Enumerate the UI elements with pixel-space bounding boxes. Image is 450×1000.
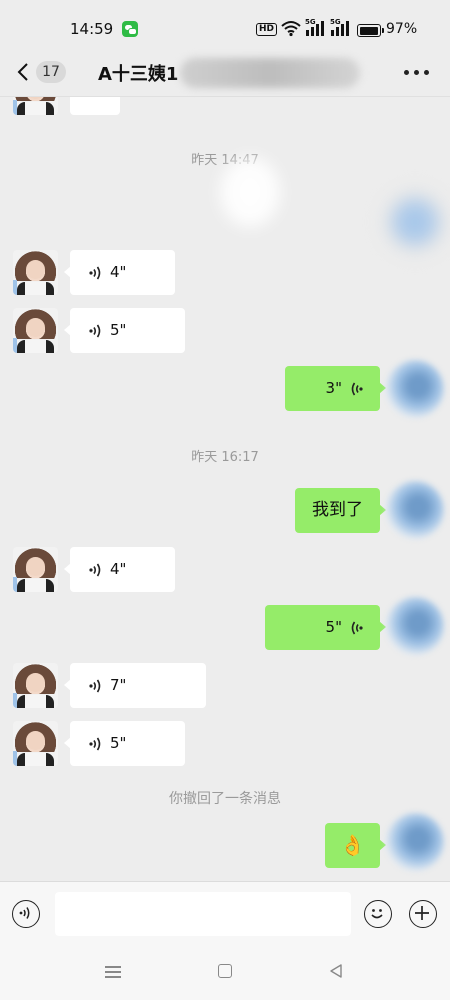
battery-icon (357, 24, 384, 37)
contact-avatar[interactable] (13, 308, 58, 353)
voice-duration: 7" (110, 676, 127, 694)
timestamp: 昨天 14:47 (191, 153, 259, 168)
voice-duration: 5" (325, 618, 342, 636)
message-text: 我到了 (312, 500, 363, 520)
more-functions-button[interactable] (409, 900, 437, 928)
voice-duration: 5" (110, 734, 127, 752)
chat-title: A十三姨1 (98, 64, 179, 85)
voice-message-bubble[interactable]: 5" (64, 721, 185, 766)
voice-message-bubble[interactable]: 4" (64, 250, 175, 295)
home-square-icon[interactable] (218, 964, 232, 978)
contact-avatar[interactable] (13, 547, 58, 592)
voice-wave-icon (89, 679, 101, 692)
redacted-image (380, 187, 450, 257)
contact-avatar[interactable] (13, 663, 58, 708)
voice-message-bubble[interactable]: 5" (64, 308, 185, 353)
contact-avatar[interactable] (13, 97, 58, 115)
battery-percent: 97% (386, 21, 418, 37)
message-bubble-partial[interactable] (64, 97, 120, 115)
message-list[interactable]: 昨天 14:47 4" 5" 3" 昨天 16:17 我到了 4" 5" 7" … (0, 97, 450, 881)
wifi-icon (281, 21, 301, 37)
ok-hand-emoji: 👌 (340, 833, 365, 857)
outgoing-voice-message-bubble[interactable]: 5" (265, 605, 386, 650)
input-bar (0, 881, 450, 948)
voice-input-toggle-button[interactable] (12, 900, 40, 928)
self-avatar[interactable] (386, 813, 444, 871)
voice-wave-icon (89, 266, 101, 279)
voice-message-bubble[interactable]: 4" (64, 547, 175, 592)
self-avatar[interactable] (386, 360, 444, 418)
voice-wave-icon (89, 563, 101, 576)
voice-wave-icon (351, 621, 363, 634)
voice-duration: 5" (110, 321, 127, 339)
redacted-title-area (180, 58, 360, 88)
hd-voice-badge: HD (256, 23, 278, 36)
signal-strength-icon-sim1: 5G (305, 18, 325, 40)
system-navigation-bar (0, 947, 450, 1000)
voice-wave-icon (351, 382, 363, 395)
more-options-icon[interactable] (404, 70, 430, 76)
signal-strength-icon-sim2: 5G (330, 18, 350, 40)
outgoing-text-message-bubble[interactable]: 我到了 (295, 488, 386, 533)
self-avatar[interactable] (386, 481, 444, 539)
plus-icon (415, 906, 429, 920)
voice-duration: 4" (110, 263, 127, 281)
unread-count-badge[interactable]: 17 (36, 61, 66, 83)
status-time: 14:59 (70, 20, 114, 38)
wechat-notification-icon (122, 21, 138, 37)
recall-notice: 你撤回了一条消息 (169, 791, 281, 807)
back-triangle-icon[interactable] (328, 963, 344, 979)
voice-duration: 4" (110, 560, 127, 578)
chat-header: 17 A十三姨1 (0, 48, 450, 97)
redacted-image (220, 157, 280, 227)
voice-wave-icon (19, 907, 30, 919)
timestamp: 昨天 16:17 (191, 450, 259, 465)
outgoing-voice-message-bubble[interactable]: 3" (285, 366, 386, 411)
smiley-icon (371, 909, 383, 919)
voice-message-bubble[interactable]: 7" (64, 663, 206, 708)
message-text-input[interactable] (55, 892, 351, 936)
contact-avatar[interactable] (13, 250, 58, 295)
voice-wave-icon (89, 737, 101, 750)
contact-avatar[interactable] (13, 721, 58, 766)
voice-duration: 3" (325, 379, 342, 397)
emoji-button[interactable] (364, 900, 392, 928)
voice-wave-icon (89, 324, 101, 337)
self-avatar[interactable] (386, 597, 444, 655)
outgoing-emoji-message-bubble[interactable]: 👌 (325, 823, 386, 868)
back-arrow-icon[interactable] (14, 62, 34, 82)
recent-apps-menu-icon[interactable] (105, 965, 121, 979)
